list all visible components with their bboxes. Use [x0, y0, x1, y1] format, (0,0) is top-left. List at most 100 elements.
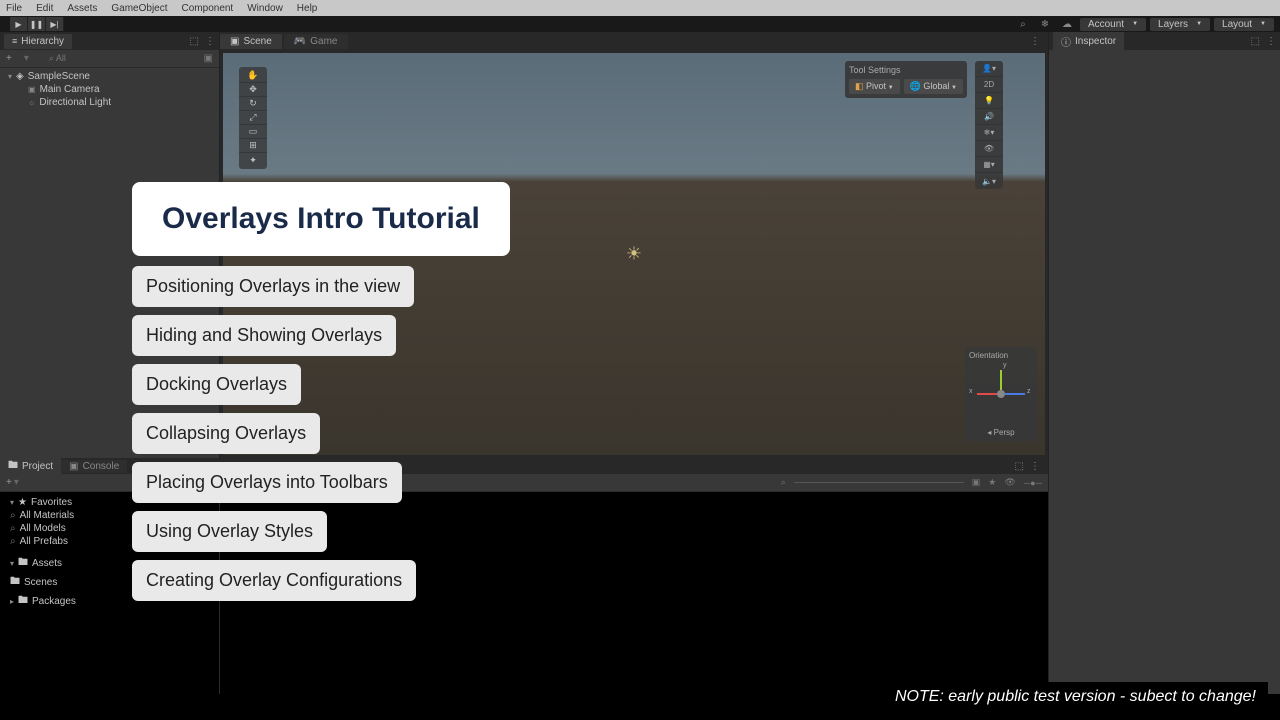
game-tab[interactable]: 🎮 Game [284, 34, 348, 49]
collapse-icon: ▾ [8, 72, 12, 81]
inspector-panel: ⓘ Inspector ⬚ ⋮ [1048, 32, 1280, 458]
slider-icon[interactable]: ─●─ [1024, 478, 1042, 488]
snowflake-icon[interactable]: ❄ [1036, 17, 1054, 31]
options-icon[interactable]: ⋮ [1030, 36, 1040, 47]
hierarchy-icon: ≡ [12, 36, 17, 46]
folder-icon: 🖿 [10, 574, 20, 591]
fx-icon[interactable]: ❄▾ [975, 125, 1003, 141]
step-button[interactable]: ▶| [46, 17, 64, 31]
scene-icon: ▣ [230, 36, 239, 47]
pause-button[interactable]: ❚❚ [28, 17, 46, 31]
tutorial-topic-card: Docking Overlays [132, 364, 301, 405]
hidden-icon[interactable]: 👁 [1004, 477, 1015, 488]
transform-tool-icon[interactable]: ⊞ [239, 139, 267, 153]
folder-icon: 🖿 [8, 458, 18, 475]
tutorial-overlay: Overlays Intro Tutorial Positioning Over… [132, 182, 510, 609]
scene-tab-label: Scene [243, 36, 271, 47]
scale-tool-icon[interactable]: ⤢ [239, 111, 267, 125]
perspective-toggle[interactable]: ◂ Persp [969, 428, 1033, 437]
inspector-icon: ⓘ [1061, 34, 1071, 49]
lighting-icon[interactable]: 💡 [975, 93, 1003, 109]
tutorial-topic-card: Hiding and Showing Overlays [132, 315, 396, 356]
2d-toggle[interactable]: 2D [975, 77, 1003, 93]
scene-icon: ◈ [16, 71, 24, 82]
folder-icon: 🖿 [18, 593, 28, 610]
orientation-overlay[interactable]: Orientation y x z ◂ Persp [965, 347, 1037, 441]
tool-settings-label: Tool Settings [849, 65, 963, 75]
menu-bar: File Edit Assets GameObject Component Wi… [0, 0, 1280, 16]
menu-edit[interactable]: Edit [36, 3, 53, 14]
rect-tool-icon[interactable]: ▭ [239, 125, 267, 139]
orientation-gizmo[interactable]: y x z [971, 364, 1031, 424]
hierarchy-item-label: Main Camera [40, 84, 100, 95]
menu-component[interactable]: Component [182, 3, 234, 14]
layout-dropdown[interactable]: Layout [1214, 18, 1274, 31]
hand-tool-icon[interactable]: ✋ [239, 69, 267, 83]
assets-label: Assets [32, 558, 62, 569]
hierarchy-add-button[interactable]: + [6, 53, 12, 64]
hierarchy-tab[interactable]: ≡ Hierarchy [4, 34, 72, 49]
rotate-tool-icon[interactable]: ↻ [239, 97, 267, 111]
audio-icon[interactable]: 🔊 [975, 109, 1003, 125]
hierarchy-search-label: All [56, 53, 66, 63]
menu-assets[interactable]: Assets [67, 3, 97, 14]
tutorial-topic-card: Creating Overlay Configurations [132, 560, 416, 601]
layers-dropdown[interactable]: Layers [1150, 18, 1210, 31]
account-dropdown[interactable]: Account [1080, 18, 1146, 31]
inspector-tab[interactable]: ⓘ Inspector [1053, 32, 1124, 51]
game-tab-label: Game [310, 36, 337, 47]
folder-icon: 🖿 [18, 555, 28, 572]
play-button[interactable]: ▶ [10, 17, 28, 31]
filter-icon[interactable]: ▣ [204, 53, 213, 64]
search-icon[interactable]: ⌕ [781, 477, 786, 488]
hierarchy-item[interactable]: ▣ Main Camera [0, 83, 219, 96]
packages-label: Packages [32, 596, 76, 607]
sun-gizmo-icon[interactable]: ☀ [626, 244, 642, 265]
options-icon[interactable]: ⋮ [1030, 461, 1040, 472]
visibility-icon[interactable]: 👁 [975, 141, 1003, 157]
options-icon[interactable]: ⋮ [205, 36, 215, 47]
menu-gameobject[interactable]: GameObject [111, 3, 167, 14]
search-icon[interactable]: ⌕ [1014, 17, 1032, 31]
hierarchy-tab-label: Hierarchy [21, 36, 64, 47]
scene-tab[interactable]: ▣ Scene [220, 34, 282, 49]
custom-tool-icon[interactable]: ✦ [239, 153, 267, 167]
star-icon: ★ [18, 497, 27, 508]
footer-note: NOTE: early public test version - subect… [883, 682, 1268, 712]
console-tab[interactable]: ▣ Console [61, 460, 127, 473]
scene-view-options-overlay[interactable]: 👤▾ 2D 💡 🔊 ❄▾ 👁 ▦▾ 🔈▾ [975, 61, 1003, 189]
volume-icon[interactable]: 🔈▾ [975, 173, 1003, 189]
filter-icon[interactable]: ▣ [972, 477, 981, 488]
options-icon[interactable]: ⋮ [1266, 36, 1276, 47]
console-icon: ▣ [69, 461, 78, 472]
hierarchy-item-label: Directional Light [39, 97, 111, 108]
camera-icon[interactable]: 👤▾ [975, 61, 1003, 77]
scene-tools-overlay[interactable]: ✋ ✥ ↻ ⤢ ▭ ⊞ ✦ [239, 67, 267, 169]
main-toolbar: ▶ ❚❚ ▶| ⌕ ❄ ☁ Account Layers Layout [0, 16, 1280, 32]
hierarchy-scene-name: SampleScene [28, 71, 90, 82]
cloud-icon[interactable]: ☁ [1058, 17, 1076, 31]
tutorial-topic-card: Using Overlay Styles [132, 511, 327, 552]
tutorial-topic-card: Placing Overlays into Toolbars [132, 462, 402, 503]
tool-settings-overlay[interactable]: Tool Settings ◧ Pivot 🌐 Global [845, 61, 967, 98]
favorite-icon[interactable]: ★ [988, 477, 996, 488]
hierarchy-scene-row[interactable]: ▾ ◈ SampleScene [0, 70, 219, 83]
lock-icon[interactable]: ⬚ [190, 36, 199, 47]
project-tab-label: Project [22, 461, 53, 472]
project-add-button[interactable]: + [6, 477, 12, 488]
light-icon: ☼ [28, 98, 35, 107]
orientation-label: Orientation [969, 351, 1033, 360]
pivot-dropdown[interactable]: ◧ Pivot [849, 79, 900, 94]
menu-help[interactable]: Help [297, 3, 318, 14]
project-tab[interactable]: 🖿 Project [0, 457, 61, 476]
game-icon: 🎮 [294, 36, 306, 47]
global-dropdown[interactable]: 🌐 Global [904, 79, 963, 94]
camera-icon: ▣ [28, 85, 36, 94]
menu-file[interactable]: File [6, 3, 22, 14]
hierarchy-item[interactable]: ☼ Directional Light [0, 96, 219, 109]
move-tool-icon[interactable]: ✥ [239, 83, 267, 97]
menu-window[interactable]: Window [247, 3, 283, 14]
lock-icon[interactable]: ⬚ [1251, 36, 1260, 47]
lock-icon[interactable]: ⬚ [1015, 461, 1024, 472]
grid-icon[interactable]: ▦▾ [975, 157, 1003, 173]
